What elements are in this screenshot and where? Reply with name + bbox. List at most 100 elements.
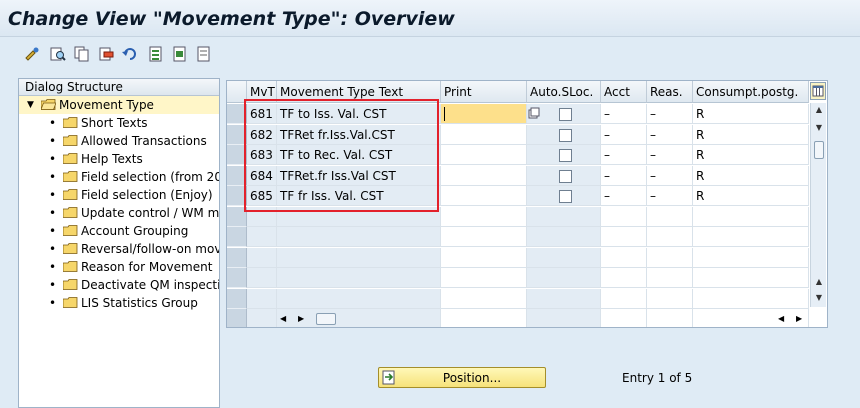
- row-selector[interactable]: [227, 227, 247, 247]
- row-selector[interactable]: [227, 186, 247, 206]
- cell-text: TF to Iss. Val. CST: [277, 104, 441, 124]
- cell-reas[interactable]: –: [647, 145, 693, 165]
- select-all-icon[interactable]: [148, 46, 164, 62]
- cell-mvt: 681: [247, 104, 277, 124]
- auto-sloc-checkbox[interactable]: [559, 129, 572, 142]
- tree-item[interactable]: • Short Texts: [19, 114, 219, 132]
- deselect-all-icon[interactable]: [196, 46, 212, 62]
- table-settings-icon[interactable]: [810, 82, 826, 100]
- empty-cell: [647, 268, 693, 288]
- horizontal-scroll-thumb[interactable]: [316, 313, 336, 325]
- cell-auto[interactable]: [527, 186, 601, 206]
- cell-acct[interactable]: –: [601, 145, 647, 165]
- find-icon[interactable]: [50, 46, 66, 62]
- tree-bullet: •: [49, 278, 57, 292]
- cell-print[interactable]: [441, 145, 527, 165]
- cell-auto[interactable]: [527, 125, 601, 145]
- cell-mvt: 683: [247, 145, 277, 165]
- reas-column-header[interactable]: Reas.: [647, 81, 693, 103]
- tree-bullet: •: [49, 224, 57, 238]
- empty-cell: [647, 207, 693, 227]
- cell-auto[interactable]: [527, 166, 601, 186]
- cell-acct[interactable]: –: [601, 104, 647, 124]
- page-down-icon[interactable]: ▼: [811, 121, 827, 135]
- tree-item[interactable]: • Reason for Movement: [19, 258, 219, 276]
- scroll-right-icon[interactable]: ▶: [298, 311, 304, 327]
- consumpt-postg-column-header[interactable]: Consumpt.postg.: [693, 81, 809, 103]
- cell-text: TF fr Iss. Val. CST: [277, 186, 441, 206]
- cell-reas[interactable]: –: [647, 125, 693, 145]
- tree-item-label: LIS Statistics Group: [81, 296, 198, 310]
- cell-consumpt[interactable]: R: [693, 186, 809, 206]
- empty-cell: [693, 309, 809, 327]
- select-block-icon[interactable]: [172, 46, 188, 62]
- tree-item[interactable]: • LIS Statistics Group: [19, 294, 219, 312]
- cell-print[interactable]: [441, 125, 527, 145]
- cell-auto[interactable]: [527, 145, 601, 165]
- cell-print[interactable]: [441, 104, 527, 124]
- tree-item[interactable]: • Account Grouping: [19, 222, 219, 240]
- print-column-header[interactable]: Print: [441, 81, 527, 103]
- tree-item[interactable]: • Allowed Transactions: [19, 132, 219, 150]
- vertical-scroll-thumb[interactable]: [814, 141, 824, 159]
- cell-acct[interactable]: –: [601, 186, 647, 206]
- empty-cell: [647, 289, 693, 309]
- tree-item[interactable]: • Help Texts: [19, 150, 219, 168]
- auto-sloc-checkbox[interactable]: [559, 190, 572, 203]
- row-selector[interactable]: [227, 125, 247, 145]
- mvt-column-header[interactable]: MvT: [247, 81, 277, 103]
- auto-sloc-checkbox[interactable]: [559, 170, 572, 183]
- scroll-left-end-icon[interactable]: ◀: [778, 311, 784, 327]
- auto-sloc-checkbox[interactable]: [559, 108, 572, 121]
- tree-item[interactable]: • Reversal/follow-on moven: [19, 240, 219, 258]
- undo-icon[interactable]: [122, 46, 138, 62]
- scroll-right-end-icon[interactable]: ▶: [796, 311, 802, 327]
- tree-item-movement-type[interactable]: ▼ Movement Type: [19, 96, 219, 114]
- auto-sloc-column-header[interactable]: Auto.SLoc.: [527, 81, 601, 103]
- movement-type-text-column-header[interactable]: Movement Type Text: [277, 81, 441, 103]
- tree-item-label: Allowed Transactions: [81, 134, 207, 148]
- position-button[interactable]: Position...: [378, 367, 546, 388]
- delete-icon[interactable]: [98, 46, 114, 62]
- row-selector[interactable]: [227, 268, 247, 288]
- row-selector[interactable]: [227, 166, 247, 186]
- value-help-icon[interactable]: [528, 107, 540, 119]
- tree-item[interactable]: • Update control / WM mov: [19, 204, 219, 222]
- display-change-icon[interactable]: [24, 46, 40, 62]
- cell-consumpt[interactable]: R: [693, 166, 809, 186]
- row-selector[interactable]: [227, 248, 247, 268]
- cell-reas[interactable]: –: [647, 186, 693, 206]
- row-selector[interactable]: [227, 145, 247, 165]
- cell-reas[interactable]: –: [647, 104, 693, 124]
- cell-consumpt[interactable]: R: [693, 145, 809, 165]
- row-selector[interactable]: [227, 207, 247, 227]
- scroll-down-icon[interactable]: ▼: [811, 291, 827, 305]
- empty-cell: [601, 309, 647, 327]
- cell-consumpt[interactable]: R: [693, 104, 809, 124]
- copy-icon[interactable]: [74, 46, 90, 62]
- cell-print[interactable]: [441, 166, 527, 186]
- tree-item[interactable]: • Deactivate QM inspection: [19, 276, 219, 294]
- folder-icon: [63, 225, 78, 236]
- cell-acct[interactable]: –: [601, 166, 647, 186]
- tree-item[interactable]: • Field selection (from 201): [19, 168, 219, 186]
- scroll-left-icon[interactable]: ◀: [280, 311, 286, 327]
- select-all-rows-button[interactable]: [227, 81, 247, 103]
- row-selector[interactable]: [227, 104, 247, 124]
- cell-print[interactable]: [441, 186, 527, 206]
- row-selector[interactable]: [227, 289, 247, 309]
- acct-column-header[interactable]: Acct: [601, 81, 647, 103]
- cell-auto[interactable]: [527, 104, 601, 124]
- page-up-icon[interactable]: ▲: [811, 275, 827, 289]
- cell-consumpt[interactable]: R: [693, 125, 809, 145]
- cell-reas[interactable]: –: [647, 166, 693, 186]
- vertical-scrollbar[interactable]: ▲ ▼ ▲ ▼: [810, 103, 826, 307]
- position-button-label: Position...: [442, 371, 502, 385]
- horizontal-scrollbar[interactable]: ◀ ▶: [276, 311, 396, 327]
- row-selector[interactable]: [227, 309, 247, 327]
- auto-sloc-checkbox[interactable]: [559, 149, 572, 162]
- scroll-up-icon[interactable]: ▲: [811, 103, 827, 117]
- expand-triangle-icon[interactable]: ▼: [27, 96, 34, 114]
- tree-item[interactable]: • Field selection (Enjoy): [19, 186, 219, 204]
- cell-acct[interactable]: –: [601, 125, 647, 145]
